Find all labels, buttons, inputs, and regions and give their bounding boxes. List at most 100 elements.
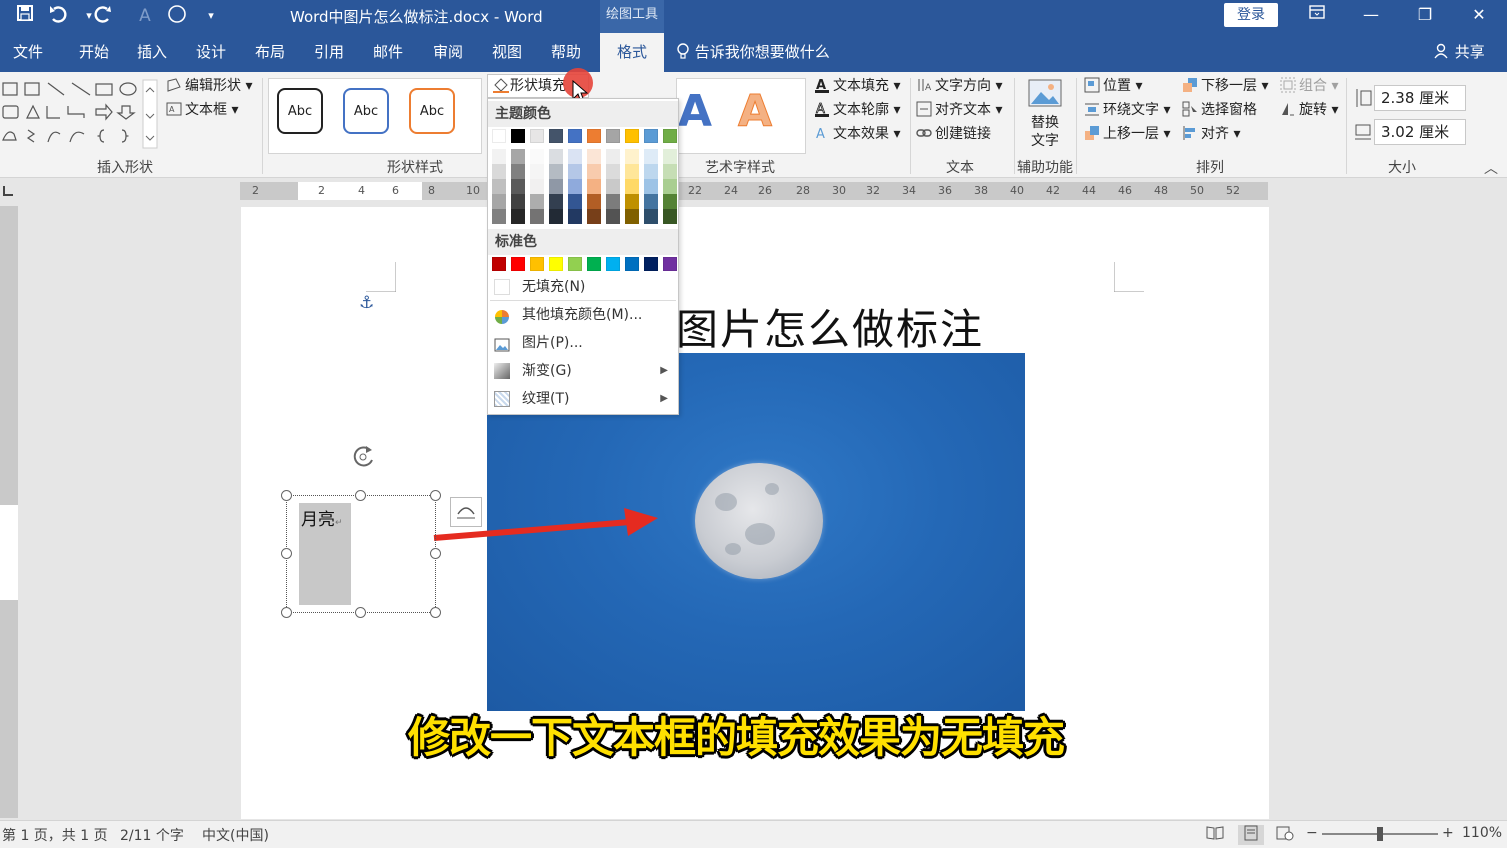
align-button[interactable]: 对齐 ▾ [1182, 123, 1240, 145]
theme-color-shade[interactable] [492, 149, 506, 164]
shape-style-blue[interactable]: Abc [343, 88, 389, 134]
zoom-slider-thumb[interactable] [1377, 827, 1383, 841]
wrap-text-button[interactable]: 环绕文字 ▾ [1084, 99, 1170, 121]
theme-color-shade[interactable] [492, 209, 506, 224]
theme-color-shade[interactable] [568, 179, 582, 194]
shape-oval-icon[interactable] [164, 4, 190, 28]
tab-references[interactable]: 引用 [307, 33, 351, 72]
theme-color-shade[interactable] [568, 194, 582, 209]
text-outline-button[interactable]: A 文本轮廓 ▾ [814, 99, 900, 121]
resize-handle-top[interactable] [355, 490, 366, 501]
anchor-icon[interactable]: ⚓ [359, 293, 374, 313]
theme-color-swatch[interactable] [587, 129, 601, 143]
tab-home[interactable]: 开始 [72, 33, 116, 72]
theme-color-shade[interactable] [644, 209, 658, 224]
text-box-button[interactable]: A 文本框 ▾ [166, 99, 238, 121]
theme-color-shade[interactable] [511, 209, 525, 224]
tell-me-search[interactable]: 告诉我你想要做什么 [676, 33, 830, 72]
theme-color-shade[interactable] [587, 164, 601, 179]
text-effect-icon[interactable]: A [132, 4, 158, 28]
web-layout-icon[interactable] [1276, 825, 1294, 845]
standard-color-swatch[interactable] [568, 257, 582, 271]
theme-color-shade[interactable] [530, 179, 544, 194]
texture-fill-option[interactable]: 纹理(T) ▶ [488, 385, 678, 413]
shape-gallery[interactable] [0, 78, 158, 150]
text-box-content[interactable]: 月亮↵ [301, 505, 343, 530]
theme-color-shade[interactable] [625, 164, 639, 179]
wordart-style-blue[interactable]: A [678, 86, 712, 137]
theme-color-shade[interactable] [549, 209, 563, 224]
theme-color-shade[interactable] [625, 149, 639, 164]
theme-color-shade[interactable] [663, 194, 677, 209]
theme-color-shade[interactable] [644, 179, 658, 194]
read-mode-icon[interactable] [1206, 825, 1224, 845]
word-count[interactable]: 2/11 个字 [120, 825, 184, 845]
theme-color-swatch[interactable] [549, 129, 563, 143]
standard-color-swatch[interactable] [606, 257, 620, 271]
standard-color-swatch[interactable] [549, 257, 563, 271]
rotate-handle-icon[interactable] [348, 442, 378, 472]
theme-color-swatch[interactable] [568, 129, 582, 143]
undo-icon[interactable] [46, 4, 72, 28]
collapse-ribbon-icon[interactable]: ︿ [1484, 158, 1498, 178]
shape-width-input[interactable]: 3.02 厘米 [1374, 119, 1466, 145]
tab-mailings[interactable]: 邮件 [366, 33, 410, 72]
theme-color-shade[interactable] [568, 164, 582, 179]
theme-color-shade[interactable] [606, 164, 620, 179]
standard-color-swatch[interactable] [644, 257, 658, 271]
tab-layout[interactable]: 布局 [248, 33, 292, 72]
theme-color-shade[interactable] [606, 179, 620, 194]
theme-color-shade[interactable] [530, 164, 544, 179]
resize-handle-right[interactable] [430, 548, 441, 559]
theme-color-shade[interactable] [625, 179, 639, 194]
theme-color-shade[interactable] [587, 209, 601, 224]
theme-color-shade[interactable] [511, 149, 525, 164]
theme-color-shade[interactable] [587, 179, 601, 194]
text-fill-button[interactable]: A 文本填充 ▾ [814, 75, 900, 97]
theme-color-swatch[interactable] [644, 129, 658, 143]
theme-color-shade[interactable] [587, 194, 601, 209]
theme-color-shade[interactable] [644, 149, 658, 164]
theme-color-shade[interactable] [549, 149, 563, 164]
alt-text-button[interactable]: 替换 文字 [1022, 76, 1068, 154]
theme-color-shade[interactable] [663, 209, 677, 224]
text-direction-button[interactable]: A 文字方向 ▾ [916, 75, 1002, 97]
theme-color-shade[interactable] [511, 194, 525, 209]
ribbon-display-options-icon[interactable] [1290, 0, 1344, 30]
shape-height-input[interactable]: 2.38 厘米 [1374, 85, 1466, 111]
position-button[interactable]: 位置 ▾ [1084, 75, 1142, 97]
edit-shape-button[interactable]: 编辑形状 ▾ [166, 75, 252, 97]
theme-color-shade[interactable] [606, 149, 620, 164]
page-count[interactable]: 第 1 页，共 1 页 [2, 825, 108, 845]
theme-color-shade[interactable] [644, 194, 658, 209]
rotate-button[interactable]: 旋转 ▾ [1280, 99, 1338, 121]
standard-color-swatch[interactable] [511, 257, 525, 271]
zoom-out-button[interactable]: − [1306, 825, 1318, 841]
zoom-in-button[interactable]: + [1442, 825, 1454, 841]
restore-icon[interactable]: ❐ [1398, 0, 1452, 30]
tab-view[interactable]: 视图 [485, 33, 529, 72]
theme-color-shade[interactable] [587, 149, 601, 164]
redo-icon[interactable] [90, 4, 116, 28]
align-text-button[interactable]: 对齐文本 ▾ [916, 99, 1002, 121]
selection-pane-button[interactable]: 选择窗格 [1182, 99, 1257, 121]
theme-color-shade[interactable] [644, 164, 658, 179]
theme-color-shade[interactable] [549, 194, 563, 209]
theme-color-shade[interactable] [511, 164, 525, 179]
theme-color-swatch[interactable] [530, 129, 544, 143]
theme-color-shade[interactable] [511, 179, 525, 194]
resize-handle-top-left[interactable] [281, 490, 292, 501]
tab-format[interactable]: 格式 [600, 33, 664, 72]
tab-design[interactable]: 设计 [189, 33, 233, 72]
text-effects-button[interactable]: A 文本效果 ▾ [814, 123, 900, 145]
theme-color-shade[interactable] [492, 194, 506, 209]
resize-handle-bottom-right[interactable] [430, 607, 441, 618]
tab-file[interactable]: 文件 [6, 33, 50, 72]
standard-color-swatch[interactable] [492, 257, 506, 271]
theme-color-swatch[interactable] [492, 129, 506, 143]
standard-color-swatch[interactable] [587, 257, 601, 271]
shape-style-orange[interactable]: Abc [409, 88, 455, 134]
customize-qat-icon[interactable]: ▾ [198, 4, 224, 28]
tab-insert[interactable]: 插入 [130, 33, 174, 72]
resize-handle-top-right[interactable] [430, 490, 441, 501]
